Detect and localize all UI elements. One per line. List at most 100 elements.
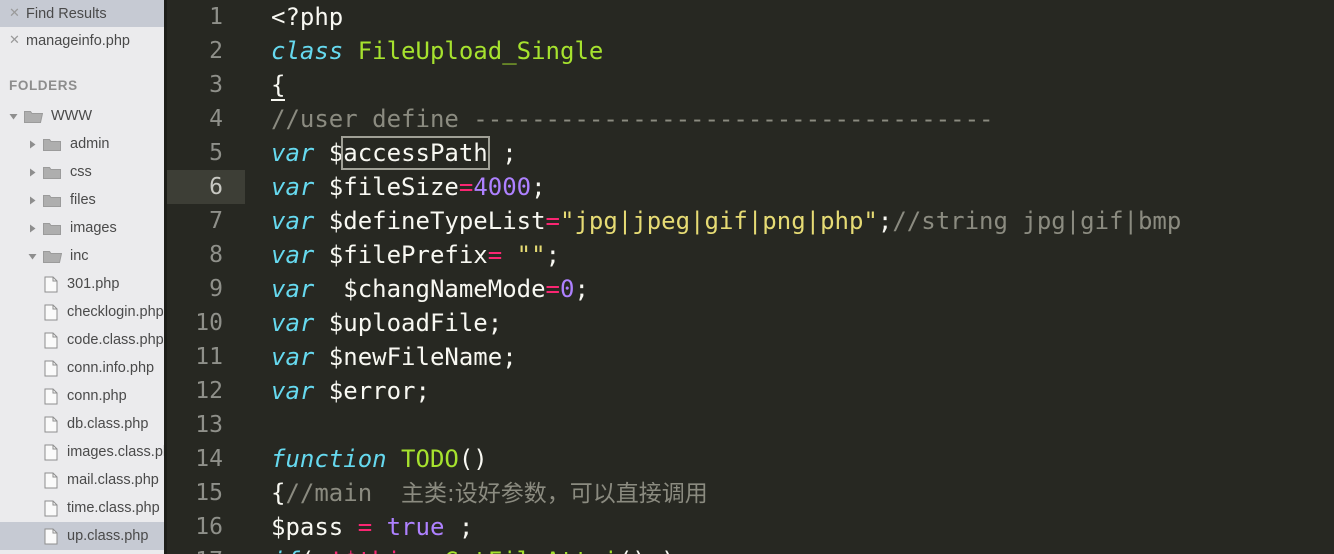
folder-icon	[43, 193, 63, 208]
code-line[interactable]: 15 {//main 主类:设好参数，可以直接调用	[167, 476, 1181, 510]
code-line-source[interactable]: var $error;	[245, 374, 430, 408]
code-line[interactable]: 6 var $fileSize=4000;	[167, 170, 1181, 204]
tree-item-label: time.class.php	[67, 500, 160, 516]
folder-icon	[43, 137, 63, 152]
code-token: //main	[285, 478, 402, 507]
code-line-source[interactable]: var $fileSize=4000;	[245, 170, 546, 204]
tree-folder-files[interactable]: files	[0, 186, 164, 214]
code-token: var	[271, 377, 315, 405]
code-line-source[interactable]: function TODO()	[245, 442, 488, 476]
tree-folder-www[interactable]: WWW	[0, 102, 164, 130]
folder-tree: WWW admin css files images inc 301.php checklog…	[0, 102, 164, 550]
code-line[interactable]: 11 var $newFileName;	[167, 340, 1181, 374]
tree-item-label: inc	[70, 248, 89, 264]
line-number: 11	[195, 344, 223, 370]
file-icon	[44, 500, 60, 517]
tree-item-label: conn.php	[67, 388, 127, 404]
code-line[interactable]: 16 $pass = true ;	[167, 510, 1181, 544]
code-line-source[interactable]: <?php	[245, 0, 343, 34]
code-line[interactable]: 3{	[167, 68, 1181, 102]
code-line[interactable]: 1 <?php	[167, 0, 1181, 34]
code-line[interactable]: 14 function TODO()	[167, 442, 1181, 476]
code-line[interactable]: 9 var $changNameMode=0;	[167, 272, 1181, 306]
file-icon	[44, 304, 60, 321]
chevron-down-icon[interactable]	[6, 112, 20, 121]
code-token: 0	[560, 275, 575, 303]
code-token: ;	[574, 275, 589, 303]
code-line[interactable]: 12 var $error;	[167, 374, 1181, 408]
tree-file-time-class-php[interactable]: time.class.php	[0, 494, 164, 522]
line-number: 16	[195, 514, 223, 540]
chevron-right-icon[interactable]	[25, 196, 39, 205]
tree-file-301-php[interactable]: 301.php	[0, 270, 164, 298]
file-icon	[44, 276, 60, 293]
tree-file-mail-class-php[interactable]: mail.class.php	[0, 466, 164, 494]
code-content[interactable]: 1 <?php 2 class FileUpload_Single 3{4//user …	[167, 0, 1181, 554]
code-line-source[interactable]: if( !$this->GetFileAttri() )	[245, 544, 676, 554]
code-editor[interactable]: 1 <?php 2 class FileUpload_Single 3{4//user …	[167, 0, 1334, 554]
tree-item-label: WWW	[51, 108, 93, 124]
code-line-source[interactable]: var $newFileName;	[245, 340, 517, 374]
code-line-source[interactable]: $pass = true ;	[245, 510, 473, 544]
code-line-source[interactable]: var $changNameMode=0;	[245, 272, 589, 306]
code-line[interactable]: 7 var $defineTypeList="jpg|jpeg|gif|png|p…	[167, 204, 1181, 238]
code-line-source[interactable]: {	[245, 68, 286, 102]
code-token: $error;	[314, 377, 430, 405]
code-line-source[interactable]: var $uploadFile;	[245, 306, 502, 340]
editor-window: ✕ Find Results ✕ manageinfo.php FOLDERS …	[0, 0, 1334, 554]
code-line-source[interactable]: class FileUpload_Single	[245, 34, 603, 68]
tree-file-images-class-php[interactable]: images.class.php	[0, 438, 164, 466]
selected-token: accessPath	[341, 136, 490, 170]
code-line[interactable]: 4 //user define -------------------------…	[167, 102, 1181, 136]
tree-file-up-class-php[interactable]: up.class.php	[0, 522, 164, 550]
code-token: ;	[444, 513, 474, 541]
line-number: 2	[209, 38, 223, 64]
code-line-source[interactable]: {//main 主类:设好参数，可以直接调用	[245, 476, 708, 511]
code-line[interactable]: 8 var $filePrefix= "";	[167, 238, 1181, 272]
open-file-tab-manageinfo[interactable]: ✕ manageinfo.php	[0, 27, 164, 54]
code-line-source[interactable]: var $accessPath ;	[245, 136, 517, 170]
code-token: ;	[545, 241, 561, 269]
code-line[interactable]: 10 var $uploadFile;	[167, 306, 1181, 340]
open-files-list: ✕ Find Results ✕ manageinfo.php	[0, 0, 164, 54]
code-token: function	[271, 445, 387, 473]
code-line[interactable]: 13	[167, 408, 1181, 442]
chevron-right-icon[interactable]	[25, 168, 39, 177]
line-number: 15	[195, 480, 223, 506]
code-line[interactable]: 5 var $accessPath ;	[167, 136, 1181, 170]
code-token: () )	[618, 547, 676, 554]
close-icon[interactable]: ✕	[8, 7, 21, 20]
tree-folder-admin[interactable]: admin	[0, 130, 164, 158]
code-line-source[interactable]: var $defineTypeList="jpg|jpeg|gif|png|ph…	[245, 204, 1181, 238]
tree-file-code-class-php[interactable]: code.class.php	[0, 326, 164, 354]
code-token: var	[271, 343, 315, 371]
tree-folder-inc[interactable]: inc	[0, 242, 164, 270]
close-icon[interactable]: ✕	[8, 34, 21, 47]
code-token: var	[271, 207, 315, 235]
open-file-tab-find-results[interactable]: ✕ Find Results	[0, 0, 164, 27]
line-number: 13	[195, 412, 223, 438]
tree-file-db-class-php[interactable]: db.class.php	[0, 410, 164, 438]
code-line[interactable]: 2 class FileUpload_Single	[167, 34, 1181, 68]
tree-item-label: files	[70, 192, 96, 208]
code-line-source[interactable]: //user define --------------------------…	[245, 102, 993, 136]
tree-file-conn-info-php[interactable]: conn.info.php	[0, 354, 164, 382]
code-token: var	[271, 275, 315, 303]
tree-file-conn-php[interactable]: conn.php	[0, 382, 164, 410]
code-token: var	[271, 309, 315, 337]
chevron-right-icon[interactable]	[25, 224, 39, 233]
code-token: var	[271, 139, 315, 167]
tree-folder-images[interactable]: images	[0, 214, 164, 242]
code-token: $uploadFile;	[314, 309, 503, 337]
code-line[interactable]: 17if( !$this->GetFileAttri() )	[167, 544, 1181, 554]
code-line-source[interactable]: var $filePrefix= "";	[245, 238, 560, 272]
tree-item-label: checklogin.php	[67, 304, 164, 320]
code-token: $pass	[271, 513, 358, 541]
tree-folder-css[interactable]: css	[0, 158, 164, 186]
chevron-down-icon[interactable]	[25, 252, 39, 261]
tree-file-checklogin-php[interactable]: checklogin.php	[0, 298, 164, 326]
code-token: TODO	[401, 445, 459, 473]
code-token: ;	[487, 139, 517, 167]
chevron-right-icon[interactable]	[25, 140, 39, 149]
